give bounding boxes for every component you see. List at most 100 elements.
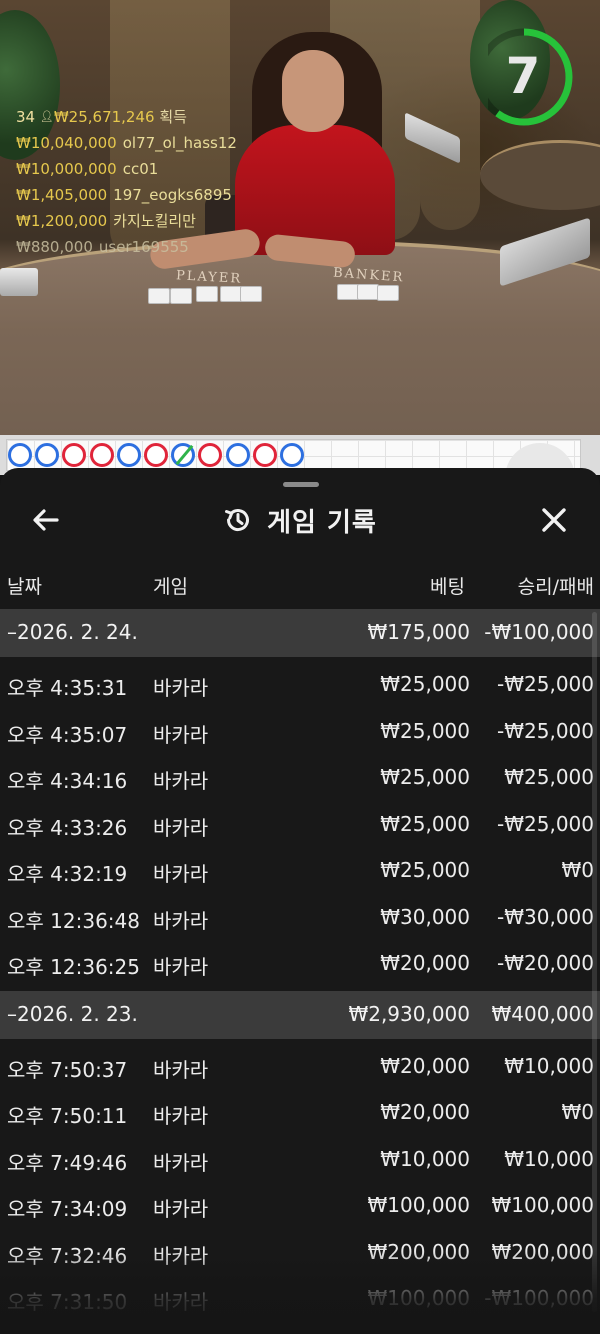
close-icon: [542, 508, 566, 532]
history-row[interactable]: 오후 4:35:07 바카라 ₩25,000 -₩25,000: [0, 708, 600, 755]
sheet-title: 게임 기록: [267, 507, 377, 538]
row-bet: ₩200,000: [367, 1239, 470, 1264]
player-bead: [35, 443, 60, 467]
row-bet: ₩10,000: [380, 1146, 470, 1171]
date-group-row[interactable]: –2026. 2. 23. ₩2,930,000 ₩400,000: [0, 990, 600, 1039]
player-card: [240, 286, 262, 302]
row-result: ₩0: [561, 1100, 595, 1124]
arrow-left-icon: [33, 509, 59, 531]
history-row[interactable]: 오후 7:50:37 바카라 ₩20,000 ₩10,000: [0, 1043, 600, 1090]
history-row[interactable]: 오후 7:49:46 바카라 ₩10,000 ₩10,000: [0, 1136, 600, 1183]
back-button[interactable]: [28, 502, 64, 538]
game-history-sheet: 게임 기록 날짜 게임 베팅 승리/패배 –2026. 2. 24. ₩175,0…: [0, 468, 600, 1334]
history-row[interactable]: 오후 4:34:16 바카라 ₩25,000 ₩25,000: [0, 754, 600, 801]
winner-user: cc01: [122, 160, 159, 178]
row-result: ₩100,000: [491, 1193, 594, 1217]
row-result: ₩25,000: [504, 765, 594, 789]
close-button[interactable]: [536, 502, 572, 538]
history-row[interactable]: 오후 7:32:46 바카라 ₩200,000 ₩200,000: [0, 1229, 600, 1276]
row-game: 바카라: [153, 1057, 209, 1082]
player-card: [170, 288, 192, 304]
sheet-title-wrap: 게임 기록: [0, 498, 600, 542]
history-row[interactable]: 오후 12:36:25 바카라 ₩20,000 -₩20,000: [0, 940, 600, 987]
row-time: 오후 4:33:26: [7, 815, 128, 840]
winner-user: ol77_ol_hass12: [122, 134, 237, 152]
history-row[interactable]: 오후 7:34:09 바카라 ₩100,000 ₩100,000: [0, 1182, 600, 1229]
total-won-label: 획득: [159, 108, 187, 126]
row-bet: ₩20,000: [380, 1100, 470, 1124]
history-row[interactable]: 오후 7:50:11 바카라 ₩20,000 ₩0: [0, 1089, 600, 1136]
background-table: [480, 140, 600, 210]
winner-row: ₩10,000,000 cc01: [16, 156, 237, 182]
winner-row: ₩1,405,000 197_eogks6895: [16, 182, 237, 208]
history-clock-icon: [225, 509, 250, 532]
tie-bead: [171, 443, 196, 467]
player-bead: [8, 443, 32, 467]
card-deck: [0, 268, 38, 296]
row-bet: ₩25,000: [380, 765, 470, 789]
row-time: 오후 4:32:19: [7, 862, 128, 886]
player-card: [196, 286, 218, 302]
history-list[interactable]: –2026. 2. 24. ₩175,000 -₩100,000 오후 4:35:31…: [0, 609, 600, 1322]
date-group-row[interactable]: –2026. 2. 24. ₩175,000 -₩100,000: [0, 609, 600, 657]
row-bet: ₩25,000: [380, 718, 470, 743]
history-scrollbar[interactable]: [592, 612, 597, 1312]
row-result: -₩25,000: [497, 672, 594, 696]
column-date: 날짜: [7, 576, 42, 598]
row-time: 오후 12:36:48: [7, 908, 140, 933]
column-game: 게임: [153, 576, 188, 598]
group-total-result: -₩100,000: [484, 620, 594, 644]
history-row[interactable]: 오후 12:36:48 바카라 ₩30,000 -₩30,000: [0, 894, 600, 941]
banker-bead: [89, 443, 114, 467]
player-bead: [280, 443, 304, 467]
winner-amount: ₩1,405,000: [16, 186, 108, 204]
row-game: 바카라: [153, 908, 209, 933]
group-total-result: ₩400,000: [491, 1001, 594, 1026]
row-bet: ₩100,000: [367, 1193, 470, 1217]
row-game: 바카라: [153, 1104, 209, 1128]
row-game: 바카라: [153, 722, 209, 747]
row-time: 오후 4:34:16: [7, 769, 128, 793]
row-result: -₩25,000: [497, 811, 594, 836]
history-column-header: 날짜 게임 베팅 승리/패배: [0, 572, 600, 602]
row-time: 오후 4:35:07: [7, 722, 128, 747]
person-icon: 👤︎: [39, 110, 54, 123]
row-bet: ₩20,000: [380, 951, 470, 975]
round-countdown-timer: 7: [475, 25, 580, 135]
row-result: -₩25,000: [497, 718, 594, 743]
history-row[interactable]: 오후 4:35:31 바카라 ₩25,000 -₩25,000: [0, 661, 600, 708]
row-bet: ₩25,000: [380, 858, 470, 882]
row-result: ₩10,000: [504, 1146, 594, 1171]
row-time: 오후 7:32:46: [7, 1243, 128, 1268]
row-bet: ₩100,000: [367, 1286, 470, 1310]
winner-amount: ₩1,200,000: [16, 212, 108, 230]
row-game: 바카라: [153, 1243, 209, 1268]
row-game: 바카라: [153, 676, 209, 700]
row-game: 바카라: [153, 815, 209, 840]
column-result: 승리/패배: [517, 576, 594, 598]
row-result: ₩0: [561, 858, 595, 882]
row-game: 바카라: [153, 862, 209, 886]
winner-row: ₩1,200,000 카지노킬리만: [16, 208, 237, 234]
history-row[interactable]: 오후 4:33:26 바카라 ₩25,000 -₩25,000: [0, 801, 600, 848]
row-game: 바카라: [153, 1197, 209, 1221]
player-card: [220, 286, 242, 302]
row-result: -₩30,000: [497, 904, 594, 929]
group-total-bet: ₩2,930,000: [348, 1001, 470, 1026]
total-won-amount: ₩25,671,246: [53, 108, 155, 126]
banker-card: [377, 285, 399, 301]
row-bet: ₩20,000: [380, 1053, 470, 1078]
group-date: –2026. 2. 23.: [7, 1001, 138, 1026]
player-card: [148, 288, 170, 304]
winner-amount: ₩10,000,000: [16, 160, 117, 178]
live-video-stream: PLAYER BANKER 7 34 👤︎₩25,671,246 획득 ₩10,…: [0, 0, 600, 435]
row-game: 바카라: [153, 955, 209, 979]
row-bet: ₩25,000: [380, 672, 470, 696]
row-time: 오후 7:49:46: [7, 1150, 128, 1175]
history-row[interactable]: 오후 4:32:19 바카라 ₩25,000 ₩0: [0, 847, 600, 894]
history-row[interactable]: 오후 7:31:50 바카라 ₩100,000 -₩100,000: [0, 1275, 600, 1322]
winner-amount: ₩10,040,000: [16, 134, 117, 152]
banker-card: [357, 284, 379, 300]
sheet-drag-handle[interactable]: [283, 482, 319, 487]
column-bet: 베팅: [430, 576, 465, 598]
